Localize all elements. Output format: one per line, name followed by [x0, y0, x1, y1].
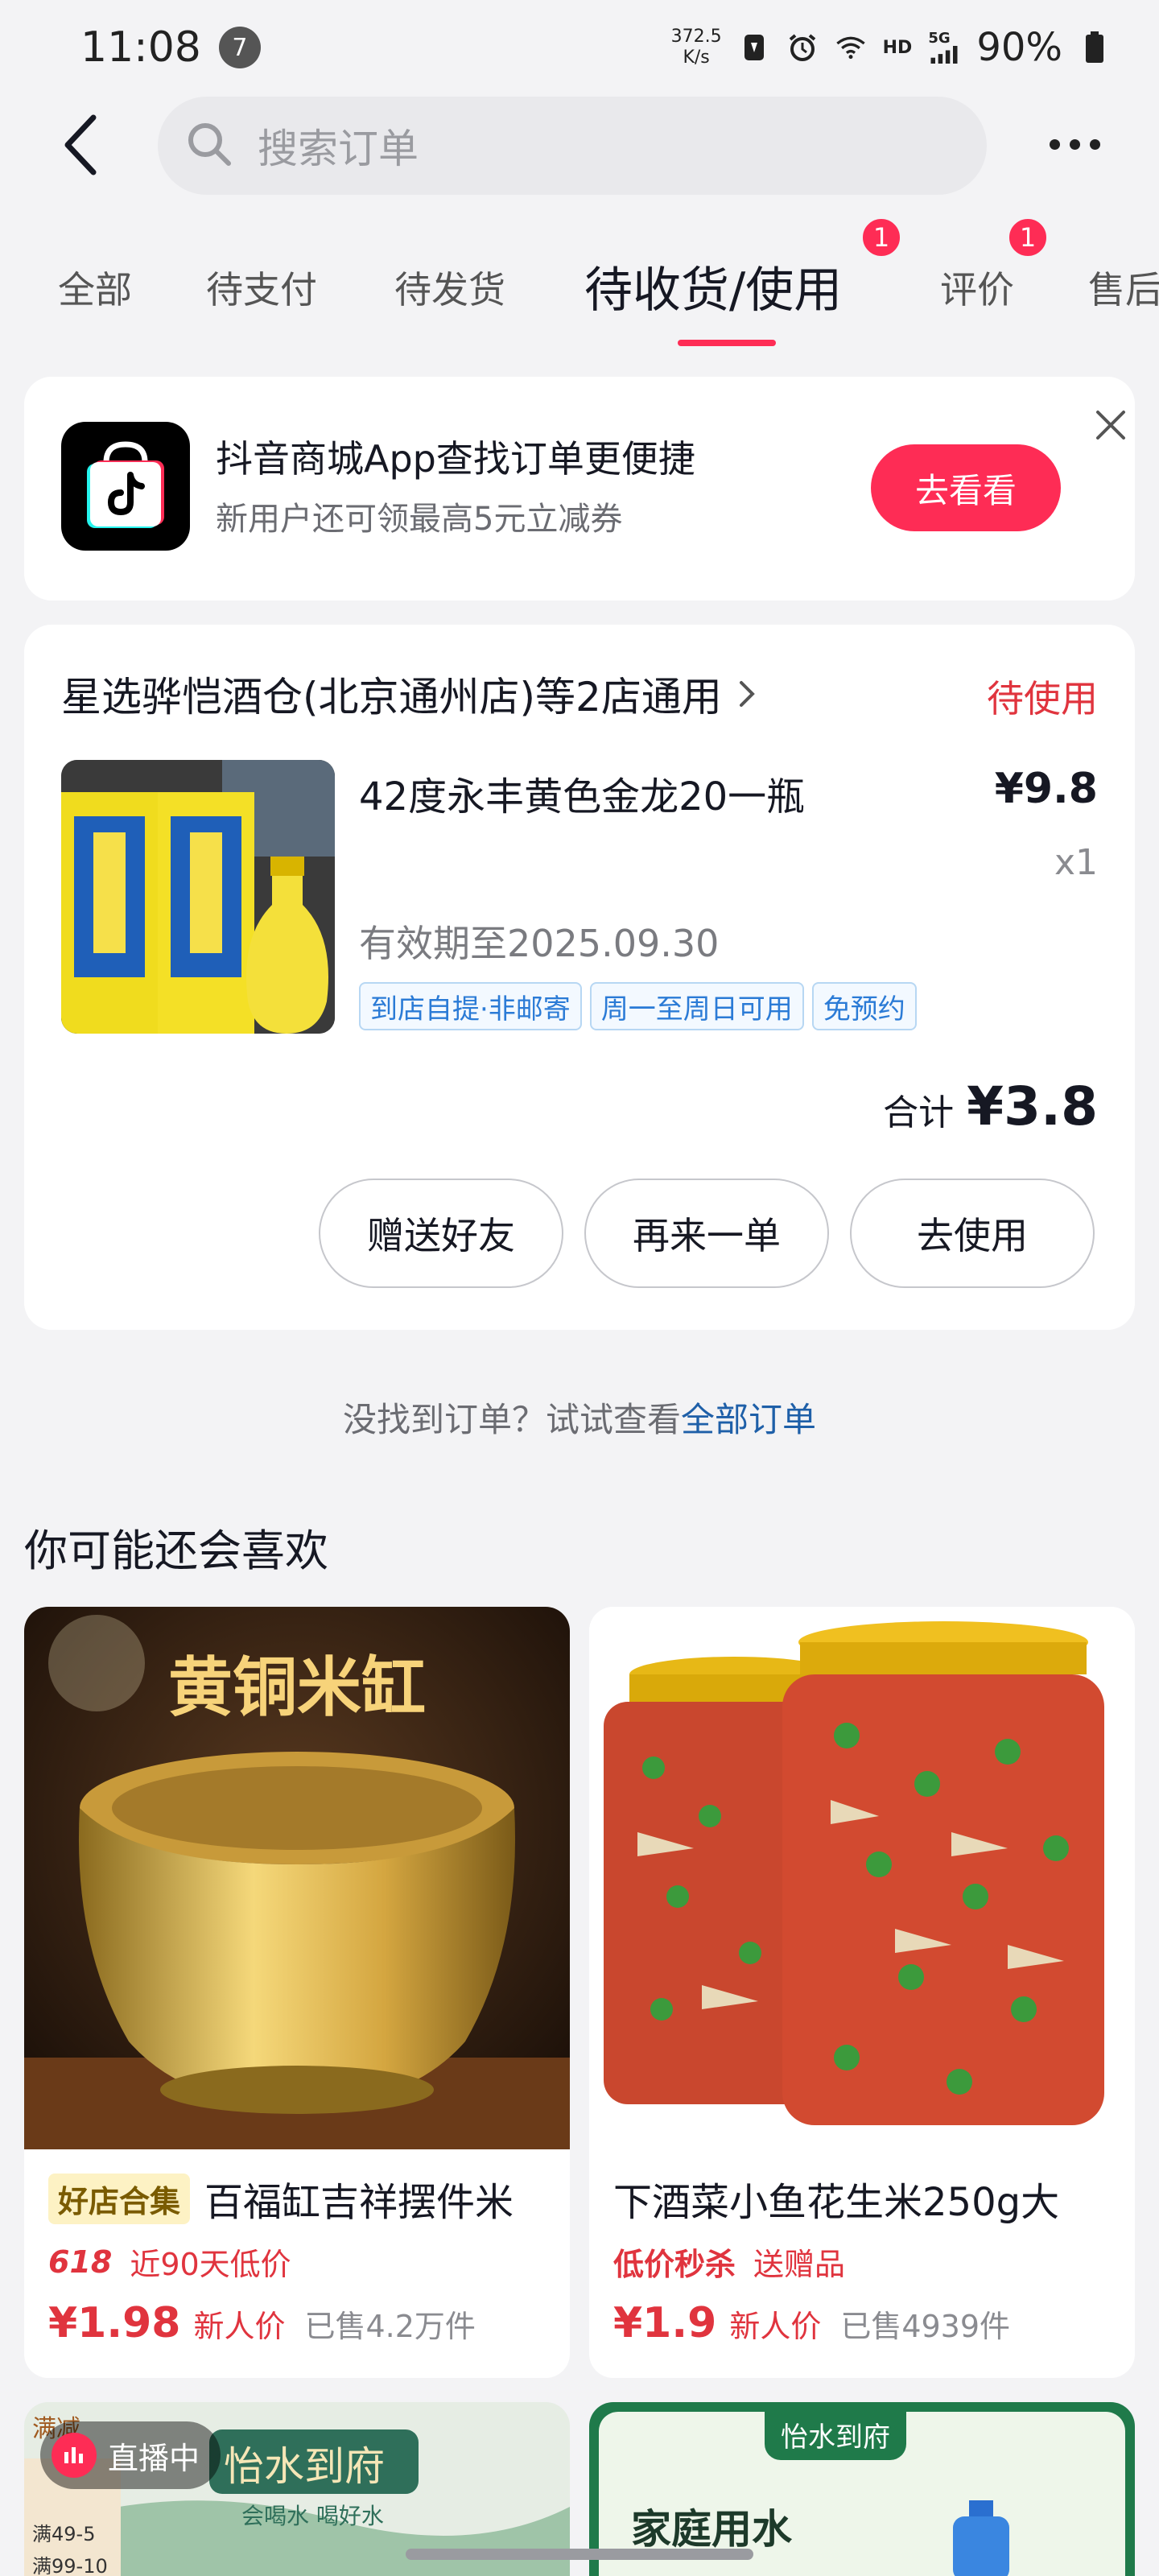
gift-to-friend-button[interactable]: 赠送好友: [319, 1179, 563, 1288]
store-name: 星选骅恺酒仓(北京通州店)等2店通用: [61, 674, 722, 720]
product-quantity: x1: [1054, 842, 1098, 883]
service-tag: 免预约: [811, 982, 917, 1030]
live-label: 直播中: [108, 2440, 200, 2476]
total-label: 合计: [883, 1092, 955, 1133]
product-image[interactable]: [61, 760, 335, 1034]
product-title-row: 下酒菜小鱼花生米250g大: [613, 2170, 1119, 2227]
douyin-mall-logo-icon: [61, 422, 190, 551]
price-row: ¥1.98 新人价 已售4.2万件: [48, 2299, 476, 2347]
banner-title: 怡水到府: [224, 2443, 385, 2490]
chevron-right-icon: [738, 674, 767, 714]
tab-review[interactable]: 评价: [940, 261, 1014, 314]
battery-icon: [1079, 31, 1111, 64]
promo-title: 抖音商城App查找订单更便捷: [216, 437, 695, 481]
wifi-icon: [835, 31, 867, 64]
discount-deal: 满99-10: [32, 2555, 108, 2576]
recommend-title: 你可能还会喜欢: [24, 1525, 328, 1576]
live-streaming-badge[interactable]: 直播中: [40, 2421, 221, 2489]
promo-subtitle: 新用户还可领最高5元立减券: [216, 501, 623, 538]
order-card[interactable]: 星选骅恺酒仓(北京通州店)等2店通用 待使用 42度永丰黄色金龙20一瓶 ¥9.…: [24, 625, 1135, 1330]
promo-go-button[interactable]: 去看看: [871, 444, 1061, 531]
recommend-item[interactable]: 黄铜米缸 好店合集 百福缸吉祥摆件米 618 近90天低价 ¥1.98 新人价 …: [24, 1607, 570, 2378]
product-price: ¥9.8: [994, 765, 1098, 813]
water-bottle-icon: [953, 2500, 1009, 2576]
cellular-signal-icon: 5G: [928, 31, 960, 64]
sold-count: 已售4.2万件: [304, 2309, 476, 2344]
tab-pending-shipment[interactable]: 待发货: [394, 261, 505, 314]
banner-title: 家庭用水: [631, 2506, 792, 2553]
discount-deal: 满49-5: [32, 2523, 96, 2545]
order-not-found-hint: 没找到订单？试试查看全部订单: [0, 1393, 1159, 1442]
service-tag: 周一至周日可用: [589, 982, 804, 1030]
close-icon[interactable]: [1087, 401, 1135, 449]
tab-badge: 1: [860, 216, 903, 259]
active-tab-indicator: [678, 340, 776, 346]
good-store-badge: 好店合集: [48, 2173, 191, 2224]
all-orders-link[interactable]: 全部订单: [681, 1400, 816, 1439]
search-placeholder: 搜索订单: [258, 126, 419, 172]
price-row: ¥1.9 新人价 已售4939件: [613, 2299, 1010, 2347]
reorder-button[interactable]: 再来一单: [584, 1179, 829, 1288]
brand-badge: 怡水到府: [765, 2409, 906, 2460]
app-notification-icon: [738, 31, 770, 64]
new-user-price-label: 新人价: [193, 2309, 286, 2344]
network-speed: 372.5 K/s: [671, 27, 722, 68]
app-promo-banner: 抖音商城App查找订单更便捷 新用户还可领最高5元立减券 去看看: [24, 377, 1135, 601]
promo-label: 送赠品: [753, 2247, 846, 2282]
clock: 11:08: [80, 23, 201, 72]
tab-pending-payment[interactable]: 待支付: [206, 261, 317, 314]
back-button[interactable]: [53, 113, 109, 177]
hint-text: 没找到订单？试试查看: [342, 1400, 681, 1439]
notification-count-badge: 7: [218, 27, 261, 68]
store-link[interactable]: 星选骅恺酒仓(北京通州店)等2店通用: [61, 665, 767, 723]
promo-label: 近90天低价: [130, 2247, 291, 2282]
sold-count: 已售4939件: [840, 2309, 1011, 2344]
battery-percentage: 90%: [976, 25, 1062, 70]
banner-subtitle: 会喝水 喝好水: [241, 2503, 384, 2529]
product-image: [589, 1607, 1135, 2149]
tab-badge: 1: [1006, 216, 1050, 259]
service-tags: 到店自提·非邮寄 周一至周日可用 免预约: [359, 982, 917, 1030]
order-tabs: 全部 待支付 待发货 待收货/使用 1 评价 1 售后: [0, 196, 1159, 354]
use-now-button[interactable]: 去使用: [850, 1179, 1095, 1288]
alarm-icon: [786, 31, 819, 64]
validity-date: 有效期至2025.09.30: [359, 922, 720, 965]
promo-row: 低价秒杀 送赠品: [613, 2240, 845, 2284]
tab-after-sales[interactable]: 售后: [1088, 261, 1159, 314]
home-indicator[interactable]: [406, 2549, 753, 2560]
search-input[interactable]: 搜索订单: [158, 97, 987, 195]
order-total: 合计 ¥3.8: [883, 1075, 1098, 1137]
order-status: 待使用: [987, 677, 1098, 720]
product-name: 下酒菜小鱼花生米250g大: [613, 2180, 1060, 2225]
status-bar: 11:08 7 372.5 K/s HD 5G 90%: [0, 0, 1159, 95]
recommend-item[interactable]: 下酒菜小鱼花生米250g大 低价秒杀 送赠品 ¥1.9 新人价 已售4939件: [589, 1607, 1135, 2378]
promo-label: 低价秒杀: [613, 2247, 736, 2282]
promo-row: 618 近90天低价: [48, 2240, 291, 2284]
more-options-icon[interactable]: [1038, 124, 1111, 164]
search-icon: [185, 120, 233, 171]
back-arrow-icon: [64, 114, 97, 175]
new-user-price-label: 新人价: [729, 2309, 822, 2344]
product-title-row: 好店合集 百福缸吉祥摆件米: [48, 2170, 554, 2227]
network-speed-unit: K/s: [683, 47, 710, 68]
tab-pending-receipt-use[interactable]: 待收货/使用: [584, 251, 842, 321]
hd-indicator: HD: [882, 37, 913, 58]
product-name: 42度永丰黄色金龙20一瓶: [359, 774, 806, 819]
service-tag: 到店自提·非邮寄: [359, 982, 582, 1030]
status-icons: 372.5 K/s HD 5G 90%: [671, 25, 1111, 70]
total-value: ¥3.8: [967, 1075, 1098, 1137]
product-name: 百福缸吉祥摆件米: [204, 2180, 514, 2225]
promo-label: 618: [48, 2244, 113, 2280]
product-price: ¥1.9: [613, 2299, 717, 2347]
product-image-title: 黄铜米缸: [168, 1649, 426, 1725]
network-type: 5G: [928, 30, 951, 47]
product-price: ¥1.98: [48, 2299, 181, 2347]
network-speed-value: 372.5: [670, 27, 722, 47]
header: 搜索订单: [0, 95, 1159, 196]
live-icon: [52, 2433, 97, 2478]
tab-all[interactable]: 全部: [58, 261, 132, 314]
